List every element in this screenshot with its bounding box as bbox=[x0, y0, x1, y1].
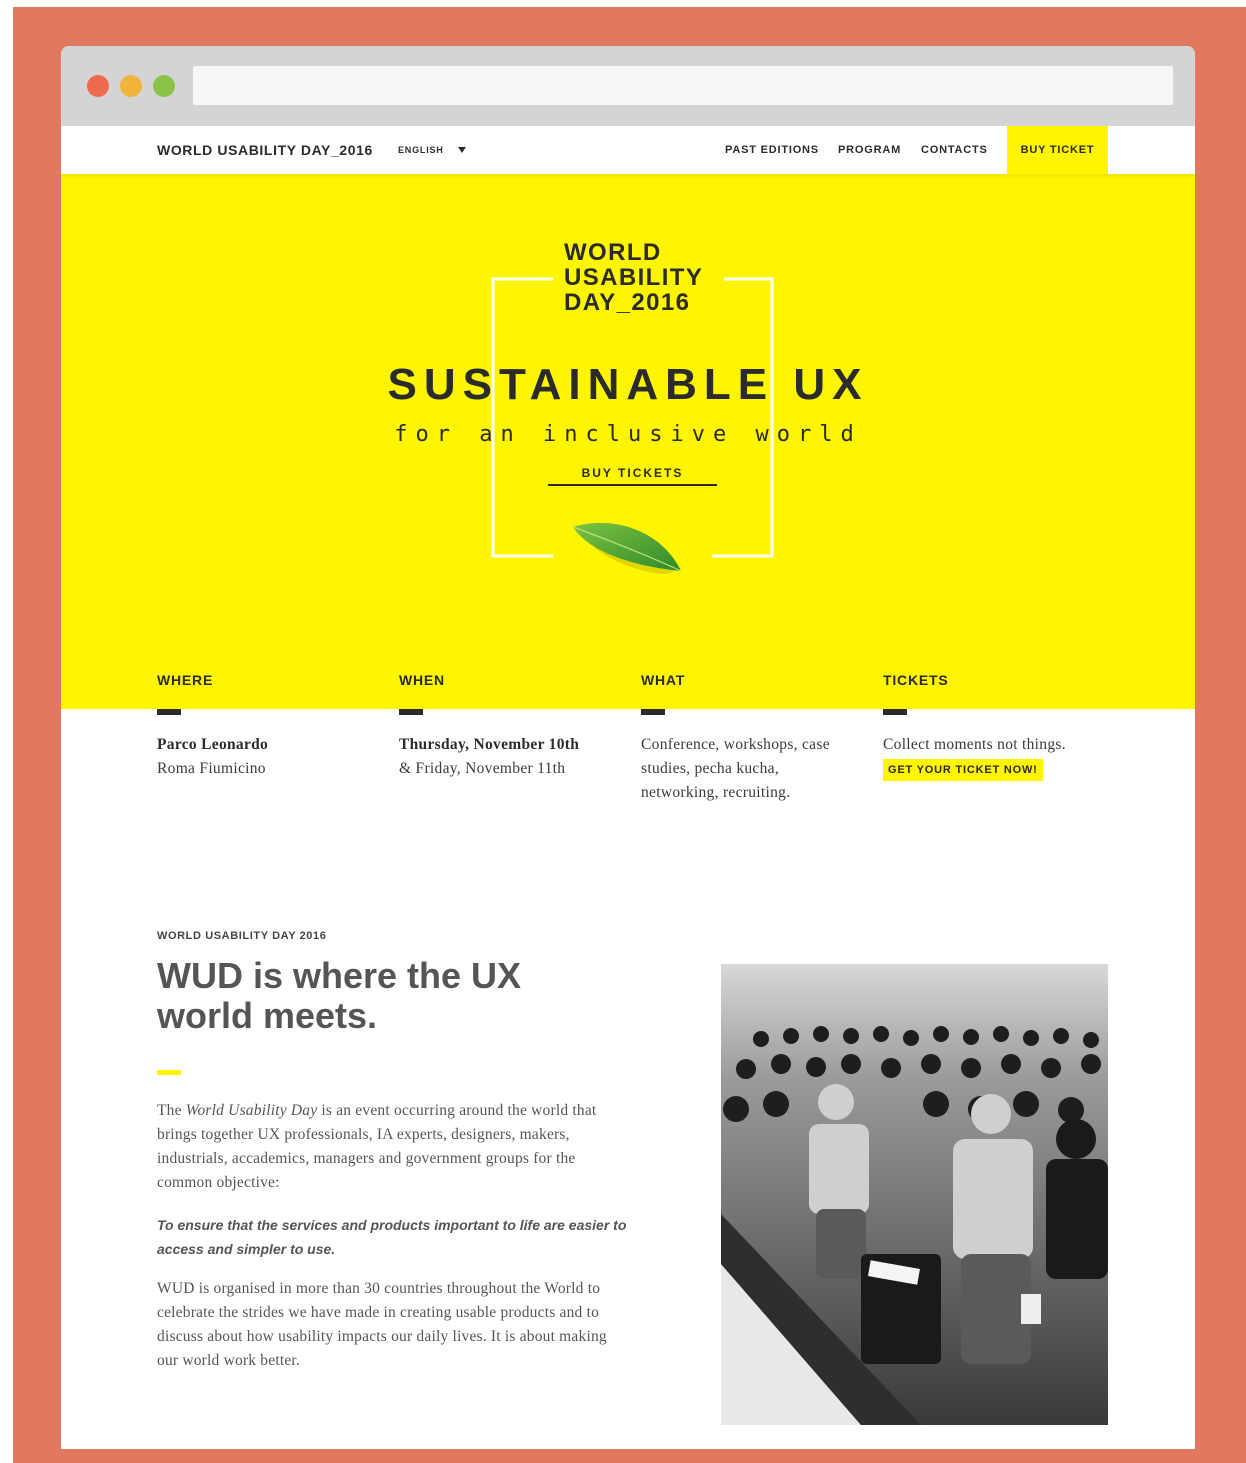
maximize-window-button[interactable] bbox=[153, 75, 175, 97]
para-emphasis: World Usability Day bbox=[185, 1102, 318, 1119]
address-bar[interactable] bbox=[193, 66, 1173, 105]
what-line: Conference, workshops, case bbox=[641, 736, 830, 753]
info-what-heading: WHAT bbox=[641, 672, 686, 688]
about-title: WUD is where the UX world meets. bbox=[157, 955, 522, 1036]
hero-section: WORLD USABILITY DAY_2016 SUSTAINABLE UX … bbox=[61, 174, 1195, 709]
language-label: ENGLISH bbox=[398, 145, 444, 155]
get-ticket-link[interactable]: GET YOUR TICKET NOW! bbox=[883, 759, 1043, 781]
date-line: Thursday, November 10th bbox=[399, 736, 580, 753]
audience-photo bbox=[721, 964, 1108, 1425]
info-divider bbox=[883, 709, 907, 715]
browser-window: WORLD USABILITY DAY_2016 ENGLISH PAST ED… bbox=[61, 46, 1195, 1449]
buy-ticket-button[interactable]: BUY TICKET bbox=[1007, 126, 1108, 174]
nav-contacts[interactable]: CONTACTS bbox=[921, 144, 988, 156]
info-divider bbox=[641, 709, 665, 715]
info-when-heading: WHEN bbox=[399, 672, 445, 688]
section-eyebrow: WORLD USABILITY DAY 2016 bbox=[157, 930, 327, 942]
leaf-icon bbox=[572, 522, 682, 574]
nav-program[interactable]: PROGRAM bbox=[838, 144, 901, 156]
hero-title: SUSTAINABLE UX bbox=[387, 360, 869, 409]
brand-link[interactable]: WORLD USABILITY DAY_2016 bbox=[157, 142, 373, 158]
venue-city: Roma Fiumicino bbox=[157, 760, 266, 777]
info-divider bbox=[399, 709, 423, 715]
what-line: studies, pecha kucha, bbox=[641, 760, 780, 777]
minimize-window-button[interactable] bbox=[120, 75, 142, 97]
hero-logo-line: WORLD bbox=[564, 239, 662, 266]
venue-name: Parco Leonardo bbox=[157, 736, 269, 753]
language-selector[interactable]: ENGLISH bbox=[398, 145, 466, 155]
hero-logo: WORLD USABILITY DAY_2016 bbox=[564, 240, 703, 315]
nav-past-editions[interactable]: PAST EDITIONS bbox=[725, 144, 819, 156]
para-text: The bbox=[157, 1102, 186, 1119]
about-quote: To ensure that the services and products… bbox=[157, 1217, 627, 1257]
what-line: networking, recruiting. bbox=[641, 784, 791, 801]
close-window-button[interactable] bbox=[87, 75, 109, 97]
hero-subtitle: for an inclusive world bbox=[394, 422, 862, 447]
caret-down-icon bbox=[457, 147, 466, 153]
info-divider bbox=[157, 709, 181, 715]
about-paragraph: The World Usability Day is an event occu… bbox=[157, 1099, 627, 1195]
date-line: & Friday, November 11th bbox=[399, 760, 566, 777]
info-when-text: Thursday, November 10th & Friday, Novemb… bbox=[399, 733, 579, 781]
browser-chrome bbox=[61, 46, 1195, 126]
site-nav: WORLD USABILITY DAY_2016 ENGLISH PAST ED… bbox=[61, 126, 1195, 174]
audience-photo-illustration bbox=[721, 964, 1108, 1425]
hero-logo-line: DAY_2016 bbox=[564, 289, 691, 316]
info-where-heading: WHERE bbox=[157, 672, 214, 688]
info-where-text: Parco Leonardo Roma Fiumicino bbox=[157, 733, 268, 781]
info-tickets-heading: TICKETS bbox=[883, 672, 949, 688]
about-paragraph-2: WUD is organised in more than 30 countri… bbox=[157, 1280, 607, 1369]
hero-logo-line: USABILITY bbox=[564, 264, 704, 291]
bracket-frame-icon bbox=[491, 277, 774, 558]
info-what-text: Conference, workshops, case studies, pec… bbox=[641, 733, 830, 805]
title-accent-dash bbox=[157, 1070, 181, 1075]
tickets-tagline: Collect moments not things. bbox=[883, 736, 1066, 753]
info-tickets-text: Collect moments not things. GET YOUR TIC… bbox=[883, 733, 1066, 781]
buy-tickets-button[interactable]: BUY TICKETS bbox=[548, 466, 717, 486]
